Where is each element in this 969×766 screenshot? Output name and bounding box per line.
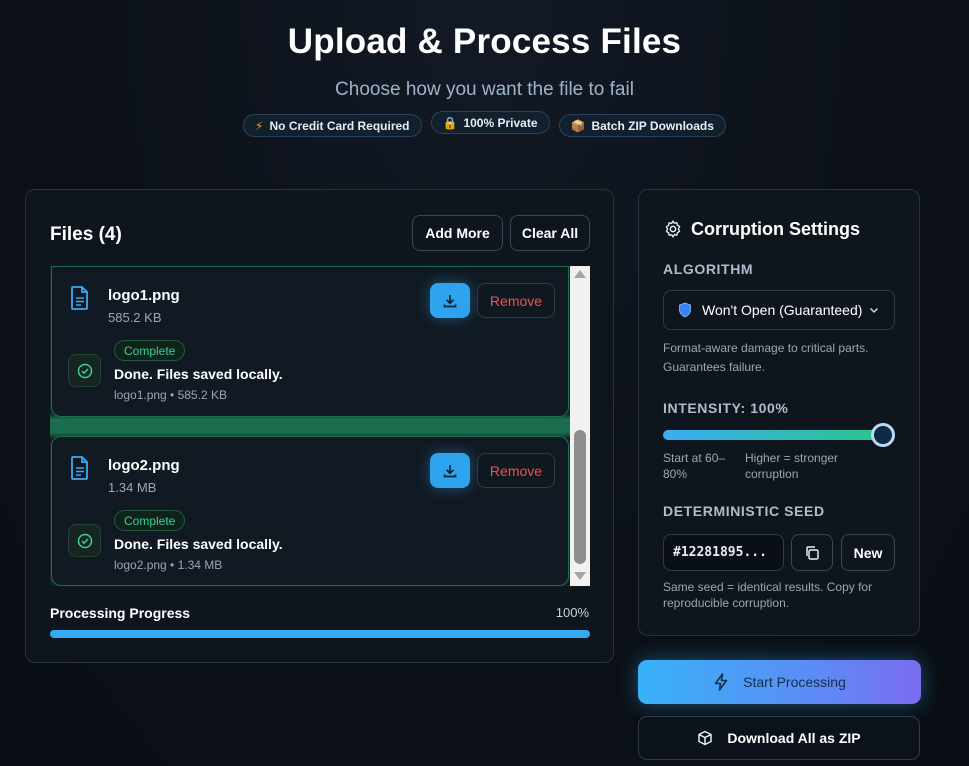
files-panel: Files (4) Add More Clear All logo1.png 5… xyxy=(25,189,614,663)
seed-label: DETERMINISTIC SEED xyxy=(663,503,825,519)
settings-title: Corruption Settings xyxy=(691,219,860,239)
lightning-icon xyxy=(714,673,728,691)
progress-bar xyxy=(50,630,590,638)
file-list-scrollbar[interactable] xyxy=(570,266,590,586)
file-icon xyxy=(71,456,88,480)
download-icon xyxy=(443,294,457,307)
badge-label: 100% Private xyxy=(463,115,538,130)
algorithm-select[interactable]: Won't Open (Guaranteed) xyxy=(663,290,895,330)
badge-private: 🔒 100% Private xyxy=(430,111,550,134)
add-more-button[interactable]: Add More xyxy=(412,215,503,251)
algorithm-help: Format-aware damage to critical parts. G… xyxy=(663,341,869,374)
scroll-thumb[interactable] xyxy=(574,430,586,564)
scroll-down-arrow-icon[interactable] xyxy=(574,572,586,580)
remove-button[interactable]: Remove xyxy=(477,453,555,488)
start-processing-button[interactable]: Start Processing xyxy=(638,660,921,704)
file-name: logo1.png xyxy=(108,287,180,304)
badge-no-credit-card: ⚡ No Credit Card Required xyxy=(243,114,422,137)
intensity-note-higher: Higher = stronger corruption xyxy=(745,451,839,481)
chevron-down-icon xyxy=(869,307,879,314)
intensity-slider-thumb[interactable] xyxy=(871,423,895,447)
copy-icon xyxy=(806,545,819,560)
status-message: Done. Files saved locally. xyxy=(114,536,283,552)
download-button[interactable] xyxy=(430,283,470,318)
check-circle-icon xyxy=(68,524,101,557)
remove-button[interactable]: Remove xyxy=(477,283,555,318)
shield-icon xyxy=(679,302,691,318)
progress-percent: 100% xyxy=(555,605,589,620)
download-zip-label: Download All as ZIP xyxy=(727,730,861,746)
file-name: logo2.png xyxy=(108,457,180,474)
status-badge: Complete xyxy=(114,340,186,361)
start-processing-label: Start Processing xyxy=(743,674,846,690)
new-seed-button[interactable]: New xyxy=(841,534,895,571)
settings-panel: Corruption Settings ALGORITHM Won't Open… xyxy=(638,189,920,636)
files-title: Files (4) xyxy=(50,224,122,245)
intensity-slider-track[interactable] xyxy=(663,430,883,440)
seed-help: Same seed = identical results. Copy for … xyxy=(663,580,873,610)
scroll-up-arrow-icon[interactable] xyxy=(574,270,586,278)
lightning-icon: ⚡ xyxy=(255,118,264,133)
seed-input[interactable]: #12281895... xyxy=(663,534,784,571)
page-title: Upload & Process Files xyxy=(287,22,682,61)
algorithm-value: Won't Open (Guaranteed) xyxy=(702,302,863,318)
intensity-label: INTENSITY: 100% xyxy=(663,400,789,416)
badge-label: Batch ZIP Downloads xyxy=(591,118,714,133)
feature-badges: ⚡ No Credit Card Required 🔒 100% Private… xyxy=(0,111,969,137)
download-zip-button[interactable]: Download All as ZIP xyxy=(638,716,920,760)
badge-batch-zip: 📦 Batch ZIP Downloads xyxy=(558,114,726,137)
copy-seed-button[interactable] xyxy=(791,534,833,571)
status-message: Done. Files saved locally. xyxy=(114,366,283,382)
file-card: logo1.png 585.2 KB Remove Complete Done.… xyxy=(51,266,569,417)
check-circle-icon xyxy=(68,354,101,387)
file-meta: logo2.png • 1.34 MB xyxy=(114,558,223,572)
progress-label: Processing Progress xyxy=(50,605,191,621)
status-badge: Complete xyxy=(114,510,186,531)
file-meta: logo1.png • 585.2 KB xyxy=(114,388,227,402)
badge-label: No Credit Card Required xyxy=(269,118,410,133)
download-icon xyxy=(443,464,457,477)
progress-bar-fill xyxy=(50,630,590,638)
file-icon xyxy=(71,286,88,310)
file-size: 585.2 KB xyxy=(108,310,162,325)
page-subtitle: Choose how you want the file to fail xyxy=(335,79,634,100)
package-icon: 📦 xyxy=(570,118,586,133)
download-button[interactable] xyxy=(430,453,470,488)
file-card: logo2.png 1.34 MB Remove Complete Done. … xyxy=(51,436,569,586)
gear-icon xyxy=(665,220,681,238)
lock-icon: 🔒 xyxy=(442,115,458,130)
algorithm-label: ALGORITHM xyxy=(663,261,754,277)
file-list: logo1.png 585.2 KB Remove Complete Done.… xyxy=(50,266,590,586)
file-size: 1.34 MB xyxy=(108,480,157,495)
package-icon xyxy=(698,730,713,746)
clear-all-button[interactable]: Clear All xyxy=(510,215,590,251)
intensity-note-start: Start at 60–80% xyxy=(663,451,726,481)
